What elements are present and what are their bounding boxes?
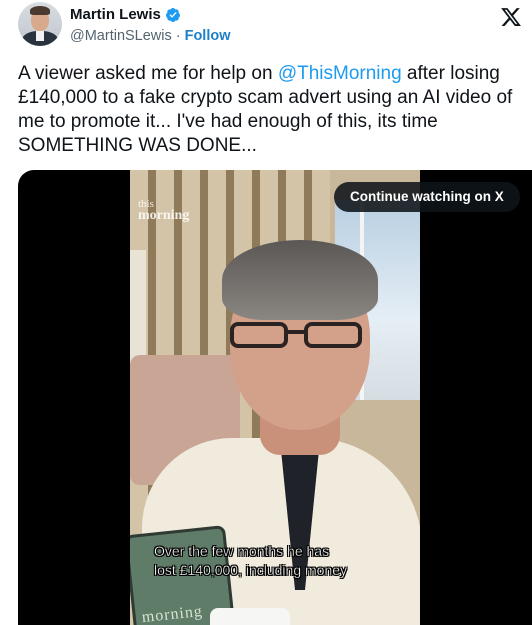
presenter-hair bbox=[222, 240, 378, 320]
author-name[interactable]: Martin Lewis bbox=[70, 6, 161, 23]
author-name-row: Martin Lewis bbox=[70, 6, 181, 23]
subtitle-line-2: lost £140,000, including money bbox=[154, 562, 348, 578]
verified-badge-icon bbox=[165, 7, 180, 22]
mug bbox=[210, 608, 290, 625]
video-frame[interactable]: morning this morning Over the few months… bbox=[130, 170, 420, 625]
tweet-header: Martin Lewis @MartinSLewis · Follow bbox=[18, 2, 532, 52]
presenter-glasses bbox=[230, 322, 362, 348]
x-logo-icon[interactable] bbox=[500, 6, 522, 28]
tweet-text-part-1: A viewer asked me for help on bbox=[18, 63, 278, 84]
avatar[interactable] bbox=[18, 2, 62, 46]
video-subtitle: Over the few months he has lost £140,000… bbox=[154, 542, 394, 580]
author-handle[interactable]: @MartinSLewis bbox=[70, 28, 172, 44]
tweet-card: Martin Lewis @MartinSLewis · Follow A vi… bbox=[0, 0, 532, 625]
show-logo: this morning bbox=[138, 198, 190, 223]
separator-dot: · bbox=[175, 28, 181, 44]
mention-link[interactable]: @ThisMorning bbox=[278, 63, 402, 84]
show-logo-line2: morning bbox=[138, 208, 190, 223]
avatar-hair bbox=[30, 6, 50, 15]
tablet-text: morning bbox=[141, 602, 204, 625]
avatar-collar bbox=[36, 31, 44, 41]
tweet-text: A viewer asked me for help on @ThisMorni… bbox=[18, 62, 526, 158]
video-player[interactable]: morning this morning Over the few months… bbox=[18, 170, 532, 625]
subtitle-line-1: Over the few months he has bbox=[154, 543, 330, 559]
follow-button[interactable]: Follow bbox=[185, 28, 231, 44]
author-handle-row: @MartinSLewis · Follow bbox=[70, 28, 231, 44]
studio-column bbox=[130, 250, 146, 370]
continue-watching-button[interactable]: Continue watching on X bbox=[334, 182, 520, 212]
